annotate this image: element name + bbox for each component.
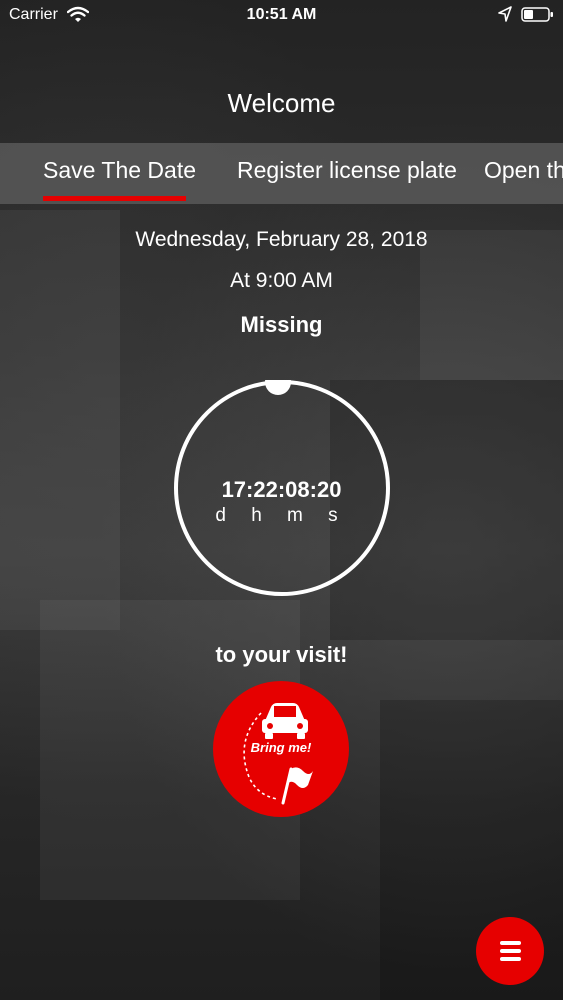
event-time: At 9:00 AM <box>230 269 333 292</box>
location-arrow-icon <box>498 6 512 27</box>
page-title: Welcome <box>227 88 336 118</box>
tab-register-license-plate[interactable]: Register license plate <box>237 157 457 184</box>
status-bar: Carrier 10:51 AM <box>0 0 563 30</box>
active-tab-indicator <box>43 196 186 201</box>
hamburger-menu-icon <box>500 941 521 961</box>
countdown-value: 17:22:08:20 <box>221 477 342 502</box>
menu-button[interactable] <box>476 917 544 985</box>
bring-me-button[interactable]: Bring me! <box>213 681 349 817</box>
countdown-units: d h m s <box>215 505 348 526</box>
missing-label: Missing <box>240 312 323 337</box>
clock: 10:51 AM <box>246 6 317 23</box>
bring-me-label: Bring me! <box>250 740 312 755</box>
visit-caption: to your visit! <box>215 642 348 667</box>
flag-icon <box>281 767 313 805</box>
tab-open[interactable]: Open th <box>484 157 563 184</box>
tab-bar: Save The Date Register license plate Ope… <box>0 143 563 204</box>
car-icon <box>262 703 308 739</box>
battery-icon <box>521 6 555 28</box>
tab-save-the-date[interactable]: Save The Date <box>43 157 196 184</box>
event-date: Wednesday, February 28, 2018 <box>135 228 428 251</box>
ring-progress-knob <box>265 380 291 395</box>
